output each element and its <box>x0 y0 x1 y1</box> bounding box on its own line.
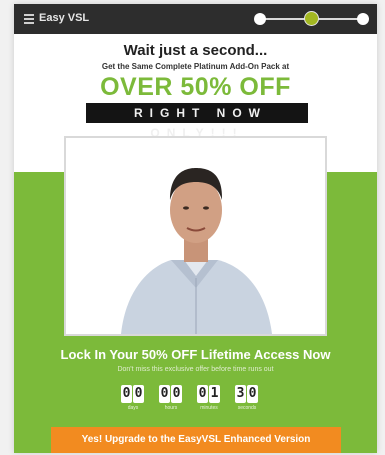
timer-digit: 0 <box>171 385 182 403</box>
timer-label-seconds: seconds <box>237 405 257 411</box>
brand-logo: Easy VSL <box>39 12 90 24</box>
countdown-timer: 00 00 01 30 days hours minutes seconds <box>121 384 321 414</box>
timer-digit: 0 <box>121 385 132 403</box>
lock-in-heading: Lock In Your 50% OFF Lifetime Access Now <box>60 347 331 362</box>
right-now-banner: RIGHT NOW ONLY!!! <box>86 103 308 140</box>
upgrade-button[interactable]: Yes! Upgrade to the EasyVSL Enhanced Ver… <box>51 427 341 453</box>
timer-digit: 0 <box>159 385 170 403</box>
step-dot-3 <box>357 13 369 25</box>
timer-hours: 00 <box>159 384 183 403</box>
timer-digit: 0 <box>133 385 144 403</box>
timer-seconds: 30 <box>235 384 259 403</box>
lock-in-subtext: Don't miss this exclusive offer before t… <box>117 366 274 373</box>
timer-digit: 0 <box>197 385 208 403</box>
video-player[interactable] <box>64 136 327 336</box>
presenter-image <box>66 138 325 334</box>
offer-text: OVER 50% OFF <box>100 73 291 101</box>
timer-digit: 3 <box>235 385 246 403</box>
step-dot-1 <box>254 13 266 25</box>
timer-digit: 1 <box>209 385 220 403</box>
timer-label-days: days <box>127 405 139 411</box>
top-bar: Easy VSL <box>14 4 377 34</box>
timer-label-minutes: minutes <box>200 405 218 411</box>
subheadline: Get the Same Complete Platinum Add-On Pa… <box>101 62 290 71</box>
timer-minutes: 01 <box>197 384 221 403</box>
step-progress <box>254 10 369 28</box>
timer-days: 00 <box>121 384 145 403</box>
upsell-page: Easy VSL Wait just a second... Get the S… <box>14 4 377 453</box>
timer-digit: 0 <box>247 385 258 403</box>
banner-text: RIGHT NOW ONLY!!! <box>134 106 267 140</box>
step-dot-2-active <box>304 11 319 26</box>
menu-icon[interactable] <box>24 14 34 24</box>
headline: Wait just a second... <box>123 42 268 59</box>
timer-label-hours: hours <box>164 405 178 411</box>
